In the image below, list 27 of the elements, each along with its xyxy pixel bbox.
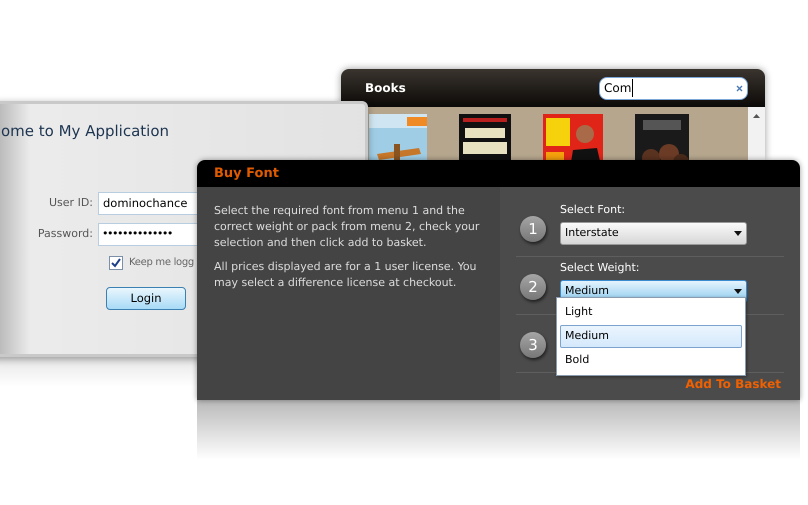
window-title: ome to My Application — [1, 122, 170, 140]
caret-icon — [734, 288, 742, 294]
scroll-up-icon[interactable] — [753, 114, 760, 118]
instructions-text: Select the required font from menu 1 and the correct weight or pack from menu 2, check your selection and then click add to basket. — [214, 203, 480, 251]
step-number: 3 — [520, 332, 546, 358]
step-number: 2 — [520, 274, 546, 300]
select-label: Select Weight: — [560, 260, 640, 276]
window-title: Books — [365, 80, 406, 97]
scrollbar[interactable] — [748, 107, 765, 160]
caret-icon — [734, 230, 742, 236]
instructions-text: All prices displayed are for a 1 user license. You may select a difference license at checkout. — [214, 259, 478, 291]
checkbox[interactable] — [109, 256, 123, 270]
password-field[interactable]: •••••••••••••• — [98, 223, 197, 246]
search-field[interactable]: Com — [599, 76, 748, 100]
user-id-field[interactable]: dominochance — [98, 192, 197, 215]
field-label: Password: — [36, 226, 94, 242]
checkbox-label: Keep me logg — [129, 256, 194, 270]
dropdown-option[interactable]: Bold — [560, 349, 742, 372]
window-title: Buy Font — [214, 164, 279, 183]
login-button[interactable]: Login — [106, 287, 186, 310]
select-dropdown[interactable]: Interstate — [560, 222, 747, 244]
select-label: Select Font: — [560, 202, 626, 218]
dropdown-option[interactable]: Light — [560, 301, 742, 324]
step-number: 1 — [520, 216, 546, 242]
clear-icon[interactable] — [736, 84, 743, 92]
field-label: User ID: — [48, 195, 94, 212]
dropdown-option[interactable]: Medium — [560, 325, 742, 348]
